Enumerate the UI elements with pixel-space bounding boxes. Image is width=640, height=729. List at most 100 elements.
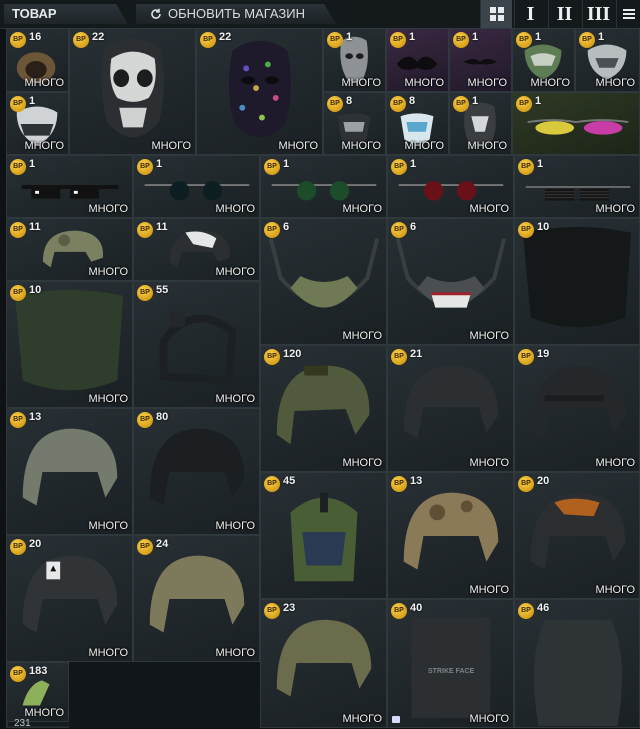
item-camo-cap[interactable]: BP 11 МНОГО: [6, 218, 133, 281]
item-green-gloves[interactable]: BP 183 МНОГО: [6, 662, 69, 722]
item-white-skull-mask[interactable]: BP 1 МНОГО: [575, 28, 640, 92]
stock-label: МНОГО: [404, 140, 444, 152]
item-black-helmet-b[interactable]: BP 19 МНОГО: [514, 345, 640, 472]
bp-badge: BP: [518, 222, 534, 238]
helmet-icon: [22, 555, 118, 633]
stock-label: МНОГО: [404, 77, 444, 89]
item-hood-brown[interactable]: BP 16 МНОГО: [6, 28, 69, 92]
item-ghost-mask[interactable]: BP 1 МНОГО: [6, 92, 69, 155]
item-quantity: 80: [156, 411, 169, 423]
bp-badge: BP: [137, 222, 153, 238]
bp-badge: BP: [10, 159, 26, 175]
item-round-sunglasses-black[interactable]: BP 1 МНОГО: [133, 155, 260, 218]
stock-label: МНОГО: [215, 266, 255, 278]
item-quantity: 8: [409, 95, 416, 107]
stock-label: МНОГО: [467, 140, 507, 152]
refresh-shop-button[interactable]: ОБНОВИТЬ МАГАЗИН: [136, 4, 336, 24]
stock-label: МНОГО: [24, 77, 64, 89]
item-quantity: 20: [29, 538, 42, 550]
item-pixel-sunglasses[interactable]: BP 1 МНОГО: [6, 155, 133, 218]
bp-badge: BP: [10, 96, 26, 112]
item-dark-face-mask[interactable]: BP 1 МНОГО: [323, 28, 386, 92]
grid-view-button[interactable]: [480, 0, 512, 28]
view-mode-2-button[interactable]: II: [548, 0, 580, 28]
view-mode-3-button[interactable]: III: [582, 0, 614, 28]
item-black-visor[interactable]: BP 10: [514, 218, 640, 345]
item-nvg-frame[interactable]: BP 55 МНОГО: [133, 281, 260, 408]
item-quantity: 22: [219, 31, 232, 43]
item-black-helmet-a[interactable]: BP 21 МНОГО: [387, 345, 514, 472]
item-ceramic-plate[interactable]: BP 46: [514, 599, 640, 728]
item-thin-mustache[interactable]: BP 1 МНОГО: [449, 28, 512, 92]
visor-icon: [14, 289, 124, 391]
item-green-helmet[interactable]: BP 120 МНОГО: [260, 345, 387, 472]
stock-label: МНОГО: [469, 203, 509, 215]
stock-label: МНОГО: [215, 393, 255, 405]
tab-goods[interactable]: ТОВАР: [4, 4, 128, 24]
item-black-mustache[interactable]: BP 1 МНОГО: [386, 28, 449, 92]
bp-badge: BP: [73, 32, 89, 48]
item-black-helmet-c[interactable]: BP 80 МНОГО: [133, 408, 260, 535]
bp-badge: BP: [137, 285, 153, 301]
bp-badge: BP: [390, 96, 406, 112]
stock-label: МНОГО: [88, 393, 128, 405]
stock-label: МНОГО: [88, 520, 128, 532]
item-skull-mask[interactable]: BP 22 МНОГО: [69, 28, 196, 155]
item-quantity: 1: [598, 31, 605, 43]
item-quantity: 1: [535, 95, 542, 107]
stock-label: МНОГО: [215, 520, 255, 532]
item-arctic-cap[interactable]: BP 11 МНОГО: [133, 218, 260, 281]
item-punisher-mask[interactable]: BP 1 МНОГО: [449, 92, 512, 155]
item-round-sunglasses-red[interactable]: BP 1 МНОГО: [387, 155, 514, 218]
item-quantity: 1: [409, 31, 416, 43]
view-mode-1-button[interactable]: I: [514, 0, 546, 28]
item-pink-sunglasses[interactable]: BP 1: [512, 92, 640, 155]
helmet-icon: [276, 365, 370, 445]
item-quantity: 16: [29, 31, 42, 43]
bp-badge: BP: [137, 159, 153, 175]
item-skull-halfmask[interactable]: BP 8 МНОГО: [323, 92, 386, 155]
visor-icon: [522, 226, 632, 328]
item-green-visor[interactable]: BP 10 МНОГО: [6, 281, 133, 408]
stock-label: МНОГО: [278, 140, 318, 152]
refresh-icon: [151, 8, 161, 19]
item-ace-helmet[interactable]: BP 20 МНОГО: [6, 535, 133, 662]
stock-label: МНОГО: [341, 140, 381, 152]
item-camo-jaw-guard[interactable]: BP 6 МНОГО: [260, 218, 387, 345]
nvg-frame-icon: [159, 311, 237, 385]
item-teeth-jaw-guard[interactable]: BP 6 МНОГО: [387, 218, 514, 345]
item-camo-helmet[interactable]: BP 13 МНОГО: [387, 472, 514, 599]
item-strike-face-plate[interactable]: STRIKE FACE BP 40 МНОГО: [387, 599, 514, 728]
item-quantity: 13: [29, 411, 42, 423]
tactical-helmet-icon: [290, 492, 358, 582]
bp-badge: BP: [390, 32, 406, 48]
item-shutter-glasses[interactable]: BP 1 МНОГО: [514, 155, 640, 218]
lock-icon: [392, 716, 400, 723]
bp-badge: BP: [10, 222, 26, 238]
item-round-sunglasses-green[interactable]: BP 1 МНОГО: [260, 155, 387, 218]
item-camo-mask[interactable]: BP 1 МНОГО: [512, 28, 575, 92]
item-desert-helmet[interactable]: BP 24 МНОГО: [133, 535, 260, 662]
bp-badge: BP: [391, 603, 407, 619]
item-orange-helmet[interactable]: BP 20 МНОГО: [514, 472, 640, 599]
item-olive-helmet[interactable]: BP 23 МНОГО: [260, 599, 387, 728]
item-ice-halfmask[interactable]: BP 8 МНОГО: [386, 92, 449, 155]
stock-label: МНОГО: [469, 330, 509, 342]
bp-badge: BP: [391, 159, 407, 175]
stock-label: МНОГО: [469, 584, 509, 596]
helmet-icon: [530, 492, 626, 570]
item-quantity: 1: [537, 158, 544, 170]
armor-plate-icon: [533, 619, 623, 726]
item-grey-helmet[interactable]: BP 13 МНОГО: [6, 408, 133, 535]
item-pattern-mask[interactable]: BP 22 МНОГО: [196, 28, 323, 155]
item-green-tactical-helmet[interactable]: BP 45: [260, 472, 387, 599]
jaw-guard-icon: [395, 238, 507, 308]
bp-badge: BP: [10, 539, 26, 555]
bp-badge: BP: [264, 476, 280, 492]
item-quantity: 8: [346, 95, 353, 107]
empty-slot: [69, 662, 260, 728]
item-quantity: 20: [537, 475, 550, 487]
bp-badge: BP: [10, 32, 26, 48]
list-view-button[interactable]: [616, 0, 640, 28]
stock-label: МНОГО: [24, 140, 64, 152]
